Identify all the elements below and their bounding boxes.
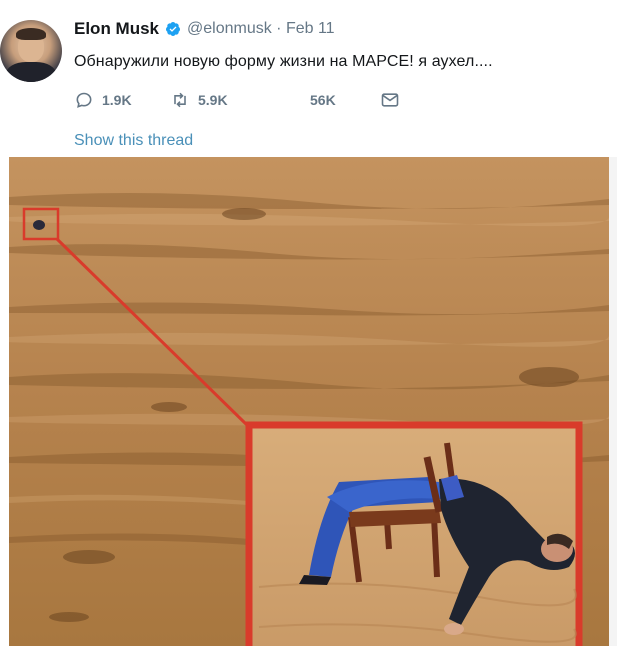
- like-button[interactable]: 56K: [310, 92, 380, 108]
- like-count: 56K: [310, 92, 336, 108]
- show-thread-link[interactable]: Show this thread: [74, 132, 193, 150]
- tweet-actions: 1.9K 5.9K 56K: [74, 90, 400, 110]
- tweet-text: Обнаружили новую форму жизни на МАРСЕ! я…: [74, 53, 493, 70]
- mars-photo-illustration: [9, 157, 609, 646]
- reply-count: 1.9K: [102, 92, 132, 108]
- handle-date: @elonmusk · Feb 11: [187, 20, 335, 37]
- reply-button[interactable]: 1.9K: [74, 90, 170, 110]
- verified-badge-icon: [166, 22, 181, 36]
- mars-photo[interactable]: [9, 157, 609, 646]
- photo-edge: [609, 157, 617, 646]
- tweet-header: Elon Musk @elonmusk · Feb 11 Обнаружили …: [0, 0, 617, 156]
- dm-button[interactable]: [380, 90, 400, 110]
- author-row: Elon Musk @elonmusk · Feb 11: [74, 19, 335, 39]
- retweet-button[interactable]: 5.9K: [170, 90, 310, 110]
- author-name[interactable]: Elon Musk: [74, 19, 159, 39]
- retweet-icon: [174, 92, 186, 108]
- reply-icon: [76, 92, 92, 108]
- retweet-count: 5.9K: [198, 92, 228, 108]
- envelope-icon: [381, 93, 399, 107]
- avatar[interactable]: [0, 20, 62, 82]
